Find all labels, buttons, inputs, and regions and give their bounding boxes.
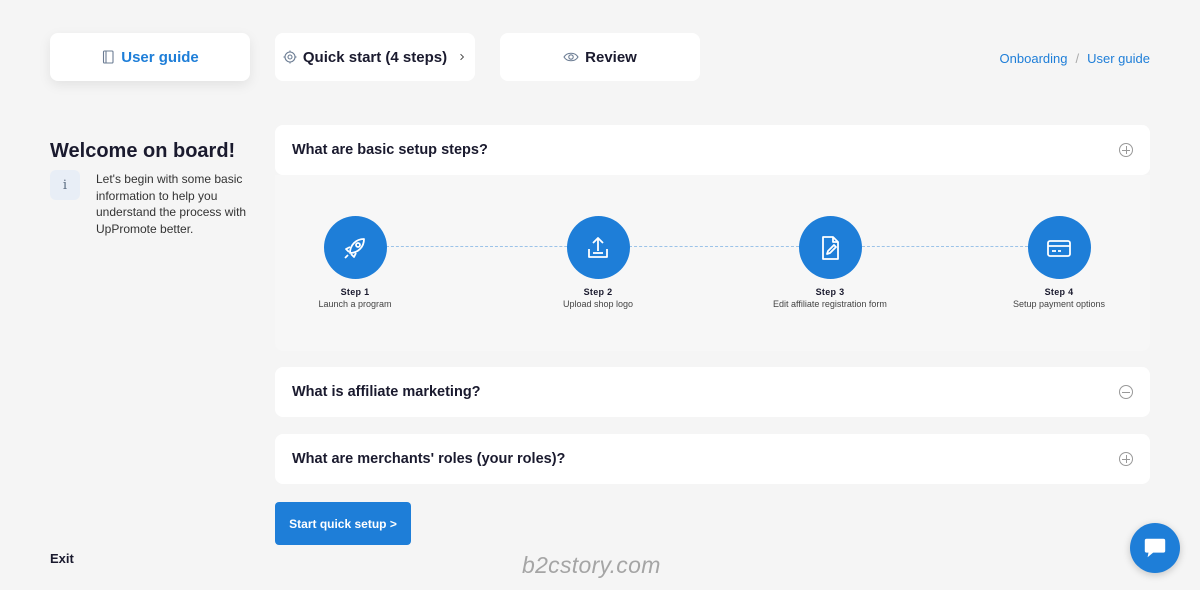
chevron-right-icon bbox=[460, 53, 465, 61]
welcome-text: Let's begin with some basic information … bbox=[96, 172, 247, 236]
expand-toggle-icon[interactable] bbox=[1119, 143, 1133, 157]
credit-card-icon bbox=[1047, 239, 1071, 257]
start-quick-setup-button[interactable]: Start quick setup > bbox=[275, 502, 411, 545]
tab-user-guide-label: User guide bbox=[121, 48, 199, 66]
rocket-icon bbox=[344, 237, 365, 259]
breadcrumb-separator: / bbox=[1075, 51, 1080, 66]
breadcrumb-onboarding[interactable]: Onboarding bbox=[1000, 51, 1068, 66]
breadcrumb: Onboarding / User guide bbox=[1000, 51, 1150, 66]
edit-document-icon bbox=[822, 235, 839, 260]
faq-header[interactable]: What are merchants' roles (your roles)? bbox=[275, 434, 1150, 484]
upload-icon bbox=[588, 236, 608, 258]
faq-question: What is affiliate marketing? bbox=[292, 384, 481, 400]
step-number: Step 4 bbox=[1044, 287, 1074, 297]
faq-question: What are merchants' roles (your roles)? bbox=[292, 451, 566, 467]
welcome-title: Welcome on board! bbox=[50, 140, 236, 162]
eye-icon bbox=[563, 52, 579, 62]
step-3: Step 3 Edit affiliate registration form bbox=[750, 216, 910, 309]
step-number: Step 3 bbox=[815, 287, 845, 297]
info-icon: i bbox=[50, 170, 80, 200]
step-icon-circle bbox=[1027, 216, 1091, 279]
step-icon-circle bbox=[323, 216, 387, 279]
step-2: Step 2 Upload shop logo bbox=[518, 216, 678, 309]
exit-link[interactable]: Exit bbox=[50, 551, 74, 566]
step-4: Step 4 Setup payment options bbox=[979, 216, 1139, 309]
chat-button[interactable] bbox=[1130, 523, 1180, 573]
setup-steps-panel: Step 1 Launch a program Step 2 Upload sh… bbox=[275, 175, 1150, 351]
breadcrumb-user-guide[interactable]: User guide bbox=[1087, 51, 1150, 66]
step-label: Setup payment options bbox=[1012, 299, 1106, 309]
collapse-toggle-icon[interactable] bbox=[1119, 385, 1133, 399]
gear-icon bbox=[283, 50, 297, 64]
faq-item-affiliate-marketing: What is affiliate marketing? bbox=[275, 367, 1150, 417]
chat-bubble-icon bbox=[1144, 538, 1166, 558]
faq-item-merchant-roles: What are merchants' roles (your roles)? bbox=[275, 434, 1150, 484]
tab-review-label: Review bbox=[585, 48, 637, 66]
step-1: Step 1 Launch a program bbox=[275, 216, 435, 309]
faq-header[interactable]: What are basic setup steps? bbox=[275, 125, 1150, 175]
step-icon-circle bbox=[566, 216, 630, 279]
step-icon-circle bbox=[798, 216, 862, 279]
tab-review[interactable]: Review bbox=[500, 33, 700, 81]
faq-question: What are basic setup steps? bbox=[292, 142, 488, 158]
step-label: Launch a program bbox=[318, 299, 392, 309]
faq-item-setup-steps: What are basic setup steps? bbox=[275, 125, 1150, 175]
tab-quick-start[interactable]: Quick start (4 steps) bbox=[275, 33, 475, 81]
expand-toggle-icon[interactable] bbox=[1119, 452, 1133, 466]
step-number: Step 2 bbox=[583, 287, 613, 297]
tab-quick-start-label: Quick start (4 steps) bbox=[302, 48, 448, 66]
faq-header[interactable]: What is affiliate marketing? bbox=[275, 367, 1150, 417]
step-label: Edit affiliate registration form bbox=[773, 299, 887, 309]
tab-user-guide[interactable]: User guide bbox=[50, 33, 250, 81]
watermark: b2cstory.com bbox=[522, 552, 661, 578]
step-number: Step 1 bbox=[340, 287, 370, 297]
step-label: Upload shop logo bbox=[562, 299, 634, 309]
book-icon bbox=[103, 50, 114, 64]
